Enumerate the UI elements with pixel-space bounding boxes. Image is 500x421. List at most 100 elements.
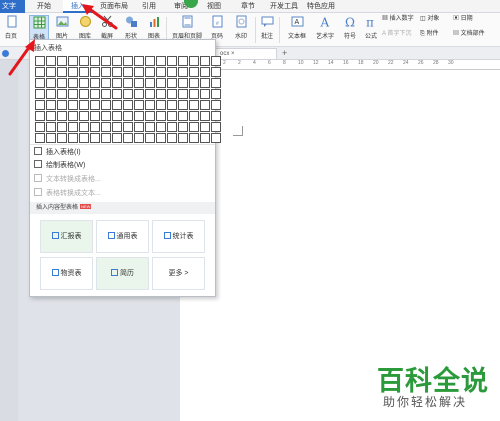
grid-cell[interactable] xyxy=(90,100,100,110)
grid-cell[interactable] xyxy=(156,56,166,66)
grid-cell[interactable] xyxy=(123,56,133,66)
grid-cell[interactable] xyxy=(68,122,78,132)
grid-cell[interactable] xyxy=(178,56,188,66)
grid-cell[interactable] xyxy=(112,111,122,121)
header-footer-button[interactable]: 页眉和页脚 xyxy=(169,15,205,41)
grid-cell[interactable] xyxy=(57,111,67,121)
grid-cell[interactable] xyxy=(57,89,67,99)
chart-button[interactable]: 图表 xyxy=(145,15,163,41)
tab-references[interactable]: 引用 xyxy=(138,0,160,13)
grid-cell[interactable] xyxy=(145,78,155,88)
grid-cell[interactable] xyxy=(90,78,100,88)
grid-cell[interactable] xyxy=(79,89,89,99)
grid-cell[interactable] xyxy=(90,122,100,132)
supplies-table-card[interactable]: 物资表 xyxy=(40,257,93,290)
grid-cell[interactable] xyxy=(79,111,89,121)
grid-cell[interactable] xyxy=(178,100,188,110)
grid-cell[interactable] xyxy=(167,100,177,110)
grid-cell[interactable] xyxy=(189,100,199,110)
grid-cell[interactable] xyxy=(101,122,111,132)
tab-developer[interactable]: 开发工具 xyxy=(268,0,300,13)
grid-cell[interactable] xyxy=(156,89,166,99)
grid-cell[interactable] xyxy=(145,111,155,121)
grid-cell[interactable] xyxy=(123,67,133,77)
grid-cell[interactable] xyxy=(101,89,111,99)
grid-cell[interactable] xyxy=(46,78,56,88)
grid-cell[interactable] xyxy=(90,133,100,143)
tab-section[interactable]: 章节 xyxy=(237,0,259,13)
grid-cell[interactable] xyxy=(178,89,188,99)
grid-cell[interactable] xyxy=(35,111,45,121)
grid-cell[interactable] xyxy=(123,89,133,99)
grid-cell[interactable] xyxy=(189,67,199,77)
grid-cell[interactable] xyxy=(211,56,221,66)
tab-view[interactable]: 视图 xyxy=(203,0,225,13)
grid-cell[interactable] xyxy=(57,78,67,88)
grid-cell[interactable] xyxy=(79,56,89,66)
grid-cell[interactable] xyxy=(145,67,155,77)
object-button[interactable]: ◫ 对象 xyxy=(420,15,439,24)
grid-cell[interactable] xyxy=(134,67,144,77)
grid-cell[interactable] xyxy=(134,133,144,143)
grid-cell[interactable] xyxy=(145,100,155,110)
grid-cell[interactable] xyxy=(200,78,210,88)
grid-cell[interactable] xyxy=(112,133,122,143)
grid-cell[interactable] xyxy=(167,111,177,121)
grid-cell[interactable] xyxy=(101,100,111,110)
grid-cell[interactable] xyxy=(112,122,122,132)
grid-cell[interactable] xyxy=(200,111,210,121)
grid-cell[interactable] xyxy=(68,67,78,77)
general-table-card[interactable]: 通用表 xyxy=(96,220,149,253)
grid-cell[interactable] xyxy=(57,133,67,143)
grid-cell[interactable] xyxy=(101,133,111,143)
grid-cell[interactable] xyxy=(79,67,89,77)
grid-cell[interactable] xyxy=(68,89,78,99)
grid-cell[interactable] xyxy=(189,89,199,99)
grid-cell[interactable] xyxy=(46,67,56,77)
grid-cell[interactable] xyxy=(101,78,111,88)
grid-cell[interactable] xyxy=(46,133,56,143)
grid-cell[interactable] xyxy=(200,56,210,66)
grid-cell[interactable] xyxy=(145,133,155,143)
grid-cell[interactable] xyxy=(90,111,100,121)
grid-cell[interactable] xyxy=(68,111,78,121)
grid-cell[interactable] xyxy=(68,133,78,143)
grid-cell[interactable] xyxy=(211,100,221,110)
grid-cell[interactable] xyxy=(189,56,199,66)
art-text-button[interactable]: A 艺术字 xyxy=(313,15,337,41)
grid-cell[interactable] xyxy=(123,78,133,88)
grid-cell[interactable] xyxy=(167,122,177,132)
report-table-card[interactable]: 汇报表 xyxy=(40,220,93,253)
grid-cell[interactable] xyxy=(57,122,67,132)
resume-card[interactable]: 简历 xyxy=(96,257,149,290)
grid-cell[interactable] xyxy=(145,89,155,99)
grid-cell[interactable] xyxy=(123,111,133,121)
grid-cell[interactable] xyxy=(134,56,144,66)
grid-cell[interactable] xyxy=(189,122,199,132)
text-to-table-item[interactable]: 文本转换成表格... xyxy=(34,174,101,185)
grid-cell[interactable] xyxy=(156,133,166,143)
grid-cell[interactable] xyxy=(112,100,122,110)
grid-cell[interactable] xyxy=(134,122,144,132)
grid-cell[interactable] xyxy=(90,56,100,66)
grid-cell[interactable] xyxy=(200,133,210,143)
grid-cell[interactable] xyxy=(211,67,221,77)
grid-cell[interactable] xyxy=(178,111,188,121)
grid-cell[interactable] xyxy=(79,122,89,132)
grid-cell[interactable] xyxy=(35,78,45,88)
grid-cell[interactable] xyxy=(112,89,122,99)
grid-cell[interactable] xyxy=(167,78,177,88)
grid-cell[interactable] xyxy=(112,56,122,66)
grid-cell[interactable] xyxy=(57,56,67,66)
grid-cell[interactable] xyxy=(90,89,100,99)
grid-cell[interactable] xyxy=(68,100,78,110)
grid-cell[interactable] xyxy=(134,89,144,99)
grid-cell[interactable] xyxy=(211,122,221,132)
grid-cell[interactable] xyxy=(167,56,177,66)
table-size-grid[interactable] xyxy=(35,56,221,143)
grid-cell[interactable] xyxy=(145,122,155,132)
grid-cell[interactable] xyxy=(156,100,166,110)
grid-cell[interactable] xyxy=(211,89,221,99)
picture-button[interactable]: 图片 xyxy=(53,15,71,41)
grid-cell[interactable] xyxy=(211,133,221,143)
